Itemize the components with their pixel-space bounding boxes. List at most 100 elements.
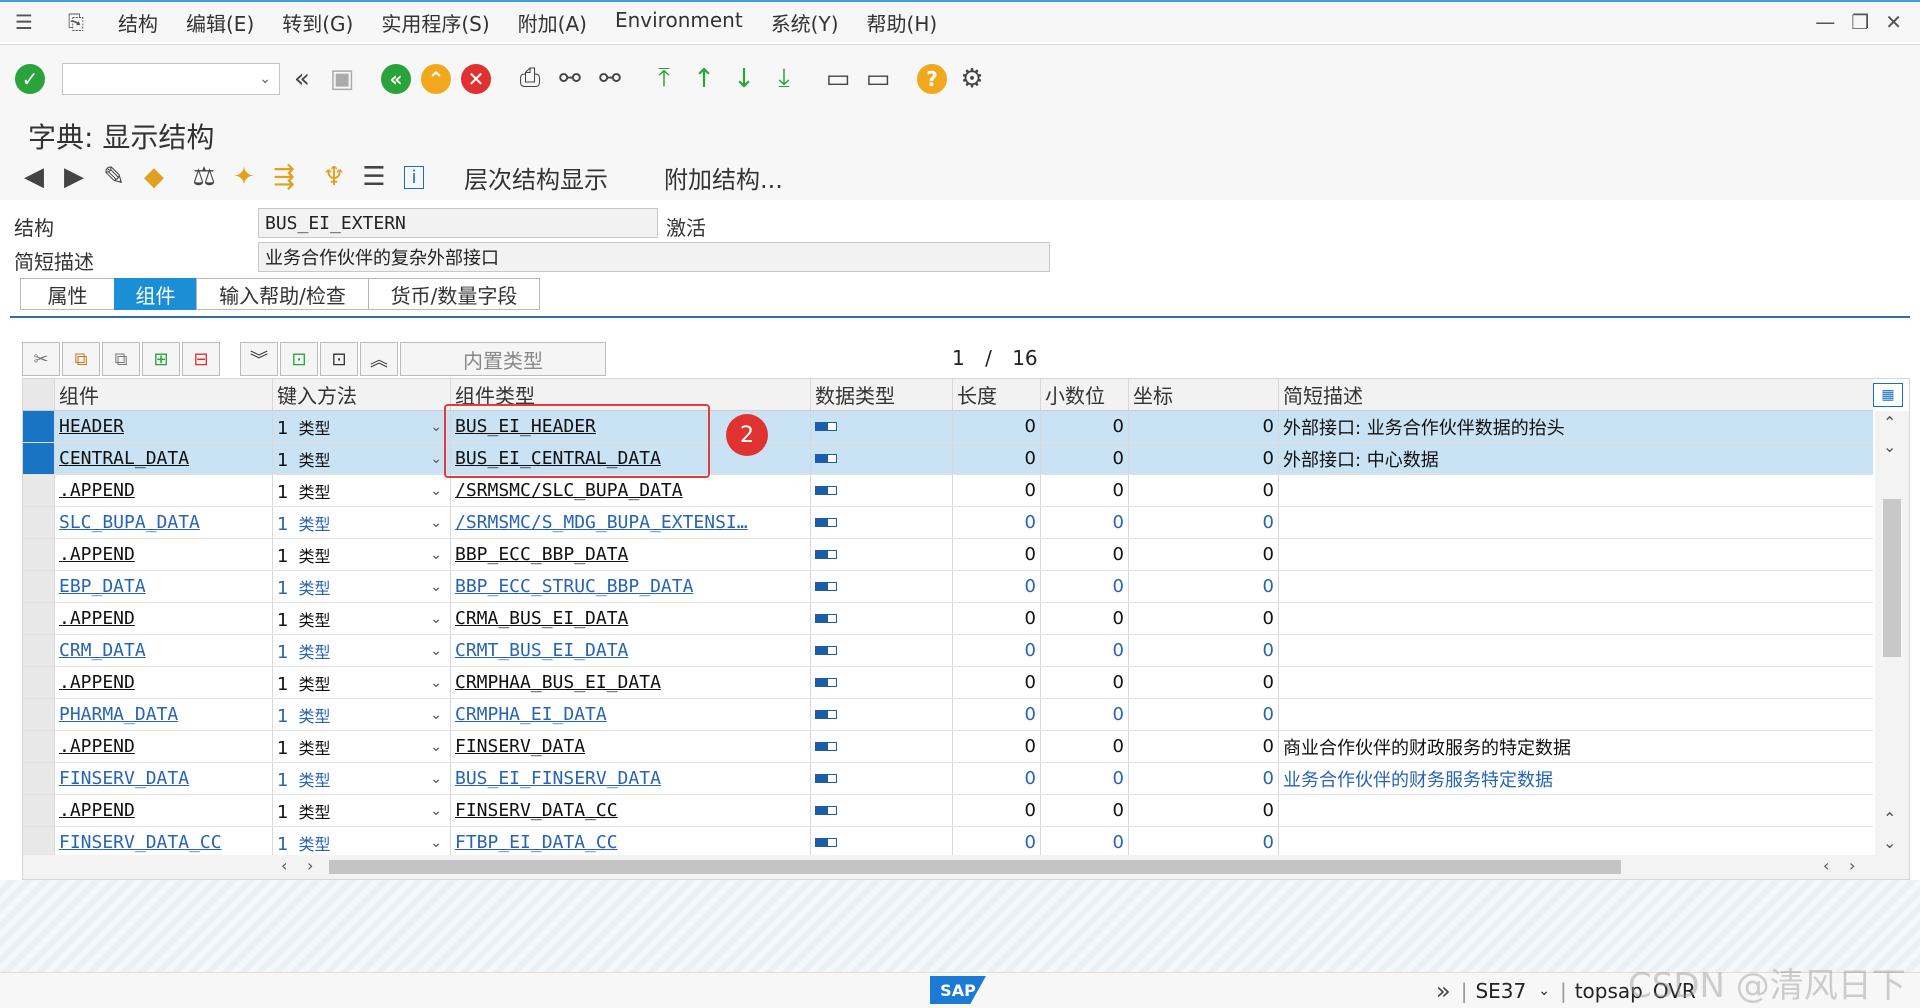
scroll-down-icon[interactable]: ⌄ [1883,437,1896,456]
typing-method-cell[interactable]: 1 类型 ⌄ [273,539,451,570]
coordinate-cell[interactable]: 0 [1129,827,1279,858]
length-cell[interactable]: 0 [953,443,1041,474]
coordinate-cell[interactable]: 0 [1129,443,1279,474]
pin-icon[interactable]: ⎘ [62,10,90,34]
coordinate-cell[interactable]: 0 [1129,539,1279,570]
short-description-cell[interactable] [1279,827,1871,858]
column-header-component[interactable]: 组件 [55,379,273,410]
length-cell[interactable]: 0 [953,731,1041,762]
collapse-toolbar-button[interactable]: « [284,61,320,97]
row-selector[interactable] [23,475,55,506]
menu-item-7[interactable]: 帮助(H) [867,8,938,37]
find-next-button[interactable]: ⚯ [592,61,628,97]
copy-row-button[interactable]: ⧉ [62,342,100,376]
component-name-cell[interactable]: .APPEND [55,731,273,762]
previous-page-button[interactable]: ↑ [686,61,722,97]
shortcut-button[interactable]: ▭ [860,61,896,97]
short-description-cell[interactable] [1279,507,1871,538]
scroll-left-icon[interactable]: ‹ [281,856,287,875]
new-session-button[interactable]: ▭ [820,61,856,97]
component-name-cell[interactable]: .APPEND [55,539,273,570]
component-type-cell[interactable]: FINSERV_DATA_CC [451,795,811,826]
chevron-down-icon[interactable]: ⌄ [430,579,442,595]
component-type-cell[interactable]: CRMPHAA_BUS_EI_DATA [451,667,811,698]
row-selector[interactable] [23,699,55,730]
component-type-cell[interactable]: BBP_ECC_STRUC_BBP_DATA [451,571,811,602]
row-selector[interactable] [23,635,55,666]
decimals-cell[interactable]: 0 [1041,827,1129,858]
component-name-cell[interactable]: CRM_DATA [55,635,273,666]
customize-button[interactable]: ⚙ [954,61,990,97]
typing-method-cell[interactable]: 1 类型 ⌄ [273,475,451,506]
component-name-cell[interactable]: FINSERV_DATA [55,763,273,794]
decimals-cell[interactable]: 0 [1041,507,1129,538]
length-cell[interactable]: 0 [953,699,1041,730]
component-type-cell[interactable]: /SRMSMC/SLC_BUPA_DATA [451,475,811,506]
scroll-up-icon[interactable]: ⌃ [1883,413,1896,432]
component-type-cell[interactable]: CRMPHA_EI_DATA [451,699,811,730]
coordinate-cell[interactable]: 0 [1129,699,1279,730]
column-header-short-description[interactable]: 简短描述 [1279,379,1871,410]
data-type-cell[interactable] [811,795,953,826]
decimals-cell[interactable]: 0 [1041,763,1129,794]
length-cell[interactable]: 0 [953,635,1041,666]
row-selector[interactable] [23,571,55,602]
coordinate-cell[interactable]: 0 [1129,475,1279,506]
short-description-cell[interactable] [1279,667,1871,698]
typing-method-cell[interactable]: 1 类型 ⌄ [273,411,451,442]
object-list-button[interactable]: ☰ [354,159,394,195]
length-cell[interactable]: 0 [953,507,1041,538]
coordinate-cell[interactable]: 0 [1129,635,1279,666]
decimals-cell[interactable]: 0 [1041,475,1129,506]
other-object-button[interactable]: ◆ [134,159,174,195]
coordinate-cell[interactable]: 0 [1129,795,1279,826]
typing-method-cell[interactable]: 1 类型 ⌄ [273,795,451,826]
row-selector[interactable] [23,667,55,698]
chevron-down-icon[interactable]: ⌄ [430,739,442,755]
length-cell[interactable]: 0 [953,571,1041,602]
cut-row-button[interactable]: ✂ [22,342,60,376]
data-type-cell[interactable] [811,667,953,698]
find-button[interactable]: ⚯ [552,61,588,97]
table-row[interactable]: .APPEND 1 类型 ⌄ FINSERV_DATA_CC 0 0 0 [23,795,1873,827]
back-button[interactable]: « [378,61,414,97]
table-row[interactable]: CRM_DATA 1 类型 ⌄ CRMT_BUS_EI_DATA 0 0 0 [23,635,1873,667]
component-name-cell[interactable]: SLC_BUPA_DATA [55,507,273,538]
row-selector[interactable] [23,795,55,826]
length-cell[interactable]: 0 [953,411,1041,442]
row-selector[interactable] [23,603,55,634]
close-window-icon[interactable]: ✕ [1885,10,1902,34]
coordinate-cell[interactable]: 0 [1129,571,1279,602]
next-page-button[interactable]: ↓ [726,61,762,97]
print-button[interactable]: ⎙ [512,61,548,97]
chevron-down-icon[interactable]: ⌄ [430,515,442,531]
length-cell[interactable]: 0 [953,475,1041,506]
data-type-cell[interactable] [811,411,953,442]
short-description-field[interactable]: 业务合作伙伴的复杂外部接口 [258,242,1050,272]
chevron-down-icon[interactable]: ⌄ [1538,983,1550,999]
menu-item-6[interactable]: 系统(Y) [771,8,839,37]
delete-row-button[interactable]: ⊟ [182,342,220,376]
append-structure-button[interactable]: 附加结构... [664,160,783,195]
component-type-cell[interactable]: FINSERV_DATA [451,731,811,762]
vertical-scrollbar[interactable]: ⌃ ⌄ ⌃ ⌄ [1875,411,1909,871]
save-button[interactable]: ▣ [324,61,360,97]
column-header-data-type[interactable]: 数据类型 [811,379,953,410]
decimals-cell[interactable]: 0 [1041,699,1129,730]
menu-item-2[interactable]: 转到(G) [282,8,353,37]
length-cell[interactable]: 0 [953,827,1041,858]
component-name-cell[interactable]: .APPEND [55,795,273,826]
component-name-cell[interactable]: EBP_DATA [55,571,273,602]
row-selector[interactable] [23,763,55,794]
table-row[interactable]: SLC_BUPA_DATA 1 类型 ⌄ /SRMSMC/S_MDG_BUPA_EXTE… [23,507,1873,539]
short-description-cell[interactable] [1279,571,1871,602]
check-button[interactable]: ⚖ [184,159,224,195]
short-description-cell[interactable]: 外部接口: 中心数据 [1279,443,1871,474]
typing-method-cell[interactable]: 1 类型 ⌄ [273,731,451,762]
double-chevron-right-icon[interactable]: » [1436,977,1451,1005]
chevron-down-icon[interactable]: ⌄ [430,611,442,627]
collapse-all-button[interactable]: ︽ [360,342,398,376]
component-name-cell[interactable]: .APPEND [55,603,273,634]
data-type-cell[interactable] [811,763,953,794]
decimals-cell[interactable]: 0 [1041,411,1129,442]
